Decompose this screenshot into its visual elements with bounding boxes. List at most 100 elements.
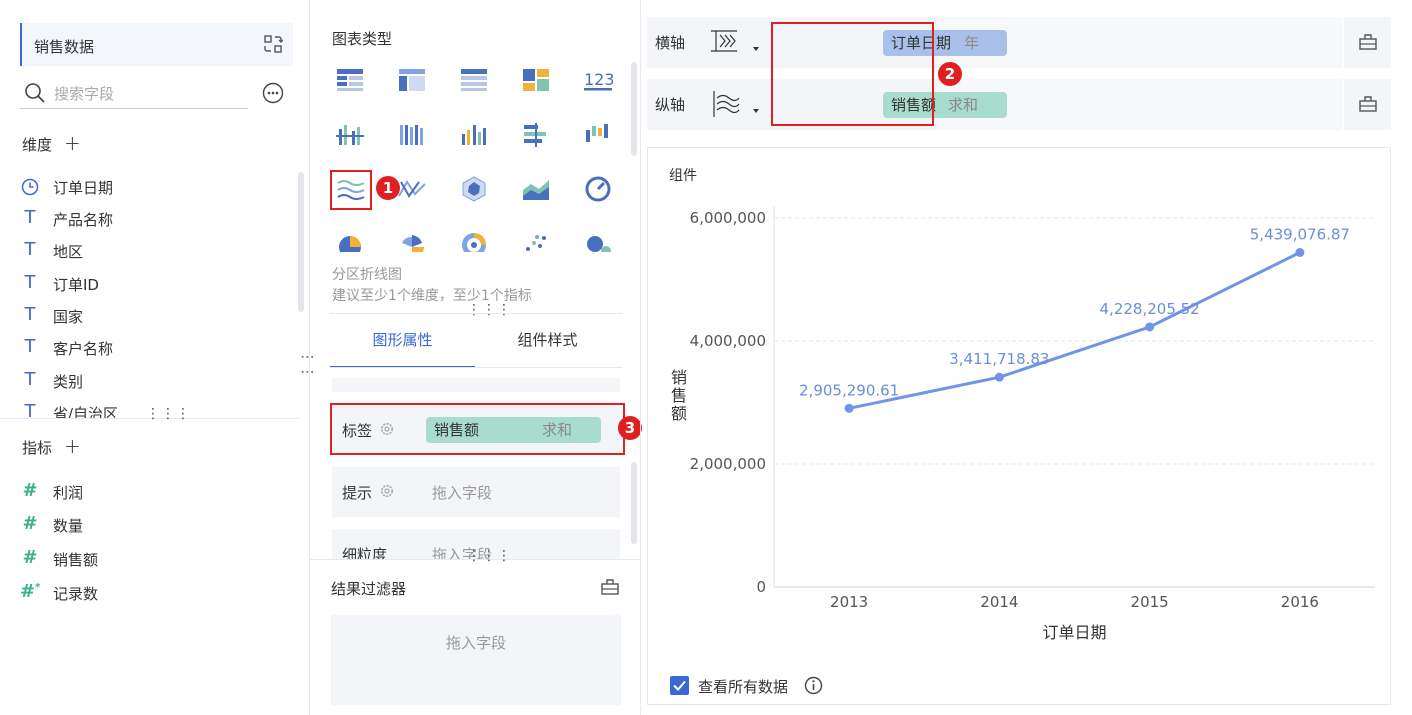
chart-type-gauge[interactable] bbox=[581, 172, 615, 206]
y-axis-drop-zone[interactable]: 销售额 求和 bbox=[883, 79, 1342, 130]
chart-type-horizontal-bar[interactable] bbox=[519, 118, 553, 152]
chart-card: 组件 6,000,000 4,000,000 2,000,000 0 2013 2014 2… bbox=[647, 147, 1391, 705]
y-axis-settings[interactable] bbox=[1342, 79, 1391, 130]
resize-handle[interactable]: ⋮⋮⋮ bbox=[467, 549, 512, 563]
dimension-list: 订单日期 T 产品名称 T 地区 T 订单ID T 国家 T 客户名称 T 类别… bbox=[0, 170, 300, 418]
divider bbox=[330, 367, 622, 368]
field-panel: 销售数据 维度 + 订单日期 T 产品名称 bbox=[0, 0, 315, 715]
settings-icon bbox=[1359, 96, 1377, 112]
pill-granularity: 年 bbox=[964, 34, 980, 52]
props-scrollbar[interactable] bbox=[631, 462, 637, 544]
gauge-icon bbox=[585, 176, 611, 202]
y-tick-label: 6,000,000 bbox=[690, 209, 766, 227]
annotation-badge-2: 2 bbox=[938, 62, 962, 86]
kpi-grid-icon bbox=[523, 69, 549, 91]
result-filter-placeholder: 拖入字段 bbox=[445, 634, 506, 652]
y-axis-title-char: 销 bbox=[671, 368, 687, 387]
chart-type-title: 图表类型 bbox=[332, 30, 393, 48]
cross-table-icon bbox=[399, 69, 425, 91]
y-axis-label: 纵轴 bbox=[655, 96, 686, 114]
chart-type-stacked-bar[interactable] bbox=[395, 118, 429, 152]
line-icon bbox=[398, 180, 426, 198]
x-axis-dropdown-caret[interactable] bbox=[753, 47, 759, 51]
switch-dataset-icon[interactable] bbox=[263, 34, 283, 54]
more-options-icon[interactable] bbox=[262, 82, 284, 104]
add-measure-icon[interactable]: + bbox=[64, 436, 81, 456]
y-axis-title-char: 额 bbox=[671, 404, 687, 423]
chart-type-name: 分区折线图 bbox=[332, 267, 402, 283]
data-point bbox=[844, 403, 854, 413]
y-tick-label: 4,000,000 bbox=[690, 332, 766, 350]
chart-type-number[interactable]: 123 bbox=[581, 63, 615, 97]
series-line bbox=[848, 251, 1301, 410]
x-axis-drop-zone[interactable]: 订单日期 年 bbox=[883, 17, 1342, 68]
table-icon bbox=[337, 69, 363, 91]
text-icon: T bbox=[24, 401, 36, 418]
tooltip-drop-placeholder[interactable]: 拖入字段 bbox=[432, 482, 492, 503]
hash-icon: # bbox=[22, 547, 38, 568]
chart-type-detail-table[interactable] bbox=[457, 63, 491, 97]
check-icon bbox=[673, 680, 686, 691]
horizontal-bar-icon bbox=[524, 123, 546, 147]
stacked-bar-icon bbox=[400, 125, 423, 145]
chart-area: 横轴 订单日期 年 纵轴 销售额 求和 2 组件 6,000,000 4,000… bbox=[640, 0, 1412, 715]
data-point bbox=[1145, 322, 1155, 332]
x-axis-settings[interactable] bbox=[1342, 17, 1391, 68]
dataset-selector[interactable]: 销售数据 bbox=[20, 23, 293, 66]
config-panel: 图表类型 123 1 分区折线图 建议至少1个维度，至少1个指标 ⋮⋮⋮ 图形属… bbox=[310, 0, 642, 715]
dataset-name: 销售数据 bbox=[34, 38, 95, 56]
x-axis-label: 横轴 bbox=[655, 34, 686, 52]
settings-icon[interactable] bbox=[380, 484, 394, 498]
tooltip-property: 提示 拖入字段 bbox=[332, 467, 620, 517]
y-axis-type-icon[interactable] bbox=[709, 89, 743, 119]
resize-handle[interactable]: ⋮⋮⋮ bbox=[146, 407, 191, 421]
granularity-prop-title: 细粒度 bbox=[342, 546, 388, 559]
text-icon: T bbox=[24, 239, 36, 260]
text-icon: T bbox=[24, 304, 36, 325]
chart-type-radar[interactable] bbox=[457, 172, 491, 206]
settings-icon bbox=[1359, 34, 1377, 50]
info-icon[interactable] bbox=[804, 676, 823, 695]
chart-type-bar[interactable] bbox=[457, 118, 491, 152]
chart-type-line[interactable] bbox=[395, 172, 429, 206]
tooltip-prop-title: 提示 bbox=[342, 484, 373, 502]
view-all-checkbox[interactable] bbox=[670, 676, 689, 695]
x-tick-label: 2013 bbox=[830, 593, 868, 611]
y-axis-dropdown-caret[interactable] bbox=[753, 109, 759, 113]
x-tick-label: 2015 bbox=[1131, 593, 1169, 611]
search-input[interactable] bbox=[54, 83, 244, 105]
result-filter-drop[interactable]: 拖入字段 bbox=[331, 615, 621, 705]
measures-title: 指标 bbox=[22, 439, 53, 457]
chart-type-kpi-grid[interactable] bbox=[519, 63, 553, 97]
chart-type-table[interactable] bbox=[333, 63, 367, 97]
data-point bbox=[1295, 247, 1305, 257]
x-axis-type-icon[interactable] bbox=[709, 27, 743, 57]
data-label: 5,439,076.87 bbox=[1250, 225, 1350, 243]
range-bar-icon bbox=[586, 124, 608, 142]
prop-box-partial bbox=[332, 378, 620, 392]
tab-component-style[interactable]: 组件样式 bbox=[475, 326, 620, 368]
radar-icon bbox=[462, 176, 486, 202]
divider bbox=[330, 313, 622, 314]
x-axis-title: 订单日期 bbox=[1042, 623, 1106, 642]
filter-settings-icon[interactable] bbox=[600, 578, 620, 596]
chart-type-grouped-bar[interactable] bbox=[333, 118, 367, 152]
chart-type-area-line[interactable] bbox=[330, 170, 372, 210]
y-tick-label: 0 bbox=[756, 578, 766, 596]
annotation-frame-3 bbox=[330, 403, 625, 455]
add-dimension-icon[interactable]: + bbox=[64, 133, 81, 153]
chart-type-scrollbar[interactable] bbox=[631, 62, 637, 156]
chart-type-cross-table[interactable] bbox=[395, 63, 429, 97]
chart-type-range-bar[interactable] bbox=[581, 118, 615, 152]
number-icon: 123 bbox=[584, 70, 613, 91]
x-axis-row: 横轴 订单日期 年 bbox=[647, 17, 1391, 68]
svg-text:123: 123 bbox=[584, 70, 613, 89]
chart-type-area[interactable] bbox=[519, 172, 553, 206]
area-line-icon bbox=[337, 180, 365, 200]
dimension-scrollbar[interactable] bbox=[298, 172, 304, 312]
tab-graphic-props[interactable]: 图形属性 bbox=[330, 326, 475, 368]
annotation-frame-2 bbox=[771, 22, 934, 126]
text-icon: T bbox=[24, 207, 36, 228]
search-icon bbox=[25, 83, 45, 103]
dimensions-title: 维度 bbox=[22, 136, 53, 154]
